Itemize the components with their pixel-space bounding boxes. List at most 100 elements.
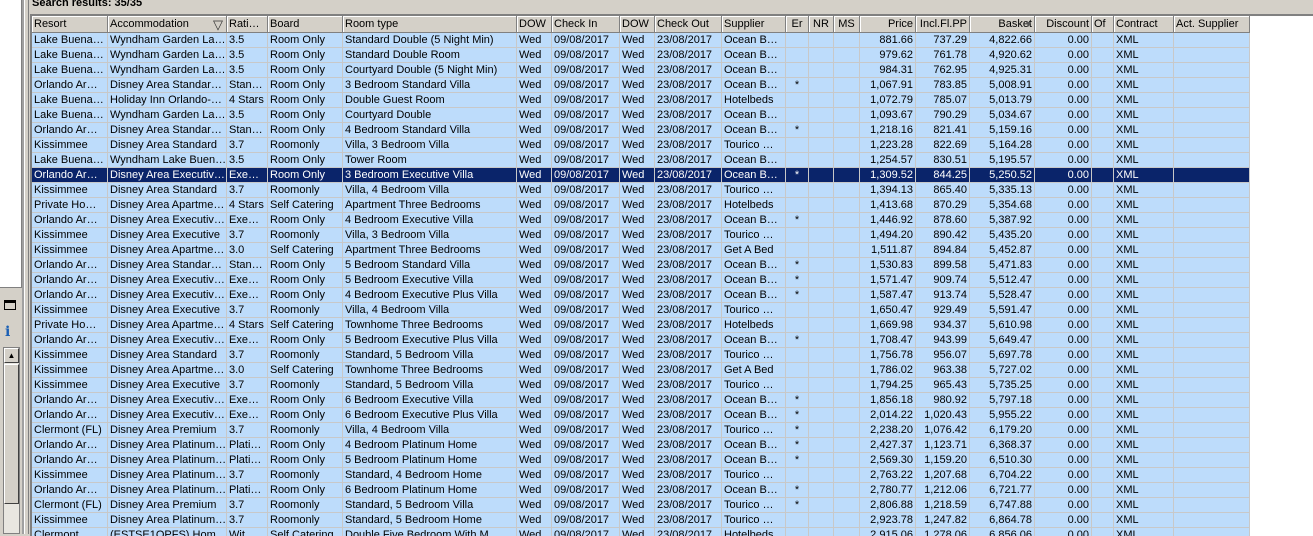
table-row[interactable]: Kissimmee Disney Area Standard 3.7 Roomonly… bbox=[32, 183, 1250, 198]
cell-value: 0.00 bbox=[1067, 394, 1089, 406]
table-row[interactable]: Orlando Ar… Disney Area Platinum… Plati… Ro… bbox=[32, 483, 1250, 498]
cell-incl-fl-pp: 785.07 bbox=[916, 93, 970, 108]
column-header-act-supplier[interactable]: Act. Supplier bbox=[1174, 16, 1250, 33]
column-header-er[interactable]: Er bbox=[786, 16, 809, 33]
column-header-of[interactable]: Of bbox=[1092, 16, 1114, 33]
table-row[interactable]: Orlando Ar… Disney Area Executiv… Exe… Room… bbox=[32, 408, 1250, 423]
table-row[interactable]: Kissimmee Disney Area Standard 3.7 Roomonly… bbox=[32, 348, 1250, 363]
table-row[interactable]: Lake Buena… Wyndham Lake Buen… 3.5 Room Onl… bbox=[32, 153, 1250, 168]
cell-dow-out: Wed bbox=[620, 153, 655, 168]
cell-dow-out: Wed bbox=[620, 348, 655, 363]
cell-value: 881.66 bbox=[879, 34, 913, 46]
cell-value: Holiday Inn Orlando-… bbox=[110, 94, 222, 106]
table-row[interactable]: Kissimmee Disney Area Apartme… 3.0 Self Cat… bbox=[32, 243, 1250, 258]
cell-of bbox=[1092, 318, 1114, 333]
column-header-check-in[interactable]: Check In bbox=[552, 16, 620, 33]
table-row[interactable]: Kissimmee Disney Area Standard 3.7 Roomonly… bbox=[32, 138, 1250, 153]
table-row[interactable]: Kissimmee Disney Area Executive 3.7 Roomonl… bbox=[32, 228, 1250, 243]
cell-resort: Orlando Ar… bbox=[32, 258, 108, 273]
column-header-ms[interactable]: MS bbox=[834, 16, 860, 33]
table-row[interactable]: Private Ho… Disney Area Apartme… 4 Stars Se… bbox=[32, 198, 1250, 213]
table-row[interactable]: Lake Buena… Wyndham Garden La… 3.5 Room Onl… bbox=[32, 33, 1250, 48]
column-header-room-type[interactable]: Room type bbox=[343, 16, 517, 33]
column-header-nr[interactable]: NR bbox=[809, 16, 834, 33]
cell-dow-out: Wed bbox=[620, 288, 655, 303]
table-row[interactable]: Kissimmee Disney Area Platinum… 3.7 Roomonl… bbox=[32, 513, 1250, 528]
cell-room-type: Townhome Three Bedrooms bbox=[343, 318, 517, 333]
column-header-dow-in[interactable]: DOW bbox=[517, 16, 552, 33]
table-row[interactable]: Orlando Ar… Disney Area Platinum… Plati… Ro… bbox=[32, 438, 1250, 453]
column-header-discount[interactable]: Discount bbox=[1035, 16, 1092, 33]
table-row[interactable]: Lake Buena… Wyndham Garden La… 3.5 Room Onl… bbox=[32, 108, 1250, 123]
cell-value: Ocean B… bbox=[724, 409, 778, 421]
column-header-basket[interactable]: Basket ▾ bbox=[970, 16, 1035, 33]
table-row[interactable]: Orlando Ar… Disney Area Executiv… Exe… Room… bbox=[32, 333, 1250, 348]
table-row[interactable]: Clermont (FL) Disney Area Premium 3.7 Roomo… bbox=[32, 498, 1250, 513]
cell-value: Disney Area Executiv… bbox=[110, 334, 225, 346]
table-row[interactable]: Lake Buena… Wyndham Garden La… 3.5 Room Onl… bbox=[32, 63, 1250, 78]
cell-value: Roomonly bbox=[270, 469, 320, 481]
scroll-up-arrow-icon[interactable]: ▲ bbox=[4, 348, 19, 363]
cell-resort: Clermont (FL) bbox=[32, 498, 108, 513]
splitter[interactable] bbox=[22, 0, 25, 534]
cell-value: Wed bbox=[519, 514, 542, 526]
cell-check-out: 23/08/2017 bbox=[655, 393, 722, 408]
column-header-check-out[interactable]: Check Out bbox=[655, 16, 722, 33]
cell-resort: Orlando Ar… bbox=[32, 393, 108, 408]
cell-board: Room Only bbox=[268, 33, 343, 48]
column-header-accommodation[interactable]: Accommodation ▽ bbox=[108, 16, 227, 33]
table-row[interactable]: Orlando Ar… Disney Area Executiv… Exe… Room… bbox=[32, 288, 1250, 303]
column-header-dow-out[interactable]: DOW bbox=[620, 16, 655, 33]
cell-rating: 3.7 bbox=[227, 468, 268, 483]
cell-room-type: 4 Bedroom Executive Villa bbox=[343, 213, 517, 228]
cell-value: Wed bbox=[519, 409, 542, 421]
header-row[interactable]: Resort Accommodation ▽ Rati… Board Room type D… bbox=[32, 16, 1250, 33]
column-header-resort[interactable]: Resort bbox=[32, 16, 108, 33]
cell-value: 6,368.37 bbox=[989, 439, 1032, 451]
table-row[interactable]: Orlando Ar… Disney Area Executiv… Exe… Room… bbox=[32, 393, 1250, 408]
cell-nr bbox=[809, 198, 834, 213]
cell-value: Wed bbox=[622, 274, 645, 286]
info-icon[interactable]: i bbox=[5, 324, 10, 340]
table-row[interactable]: Lake Buena… Holiday Inn Orlando-… 4 Stars R… bbox=[32, 93, 1250, 108]
column-header-contract[interactable]: Contract bbox=[1114, 16, 1174, 33]
cell-value: 870.29 bbox=[933, 199, 967, 211]
table-row[interactable]: Clermont… (ESTSE1OPFS) Hom… Wit… Self Cater… bbox=[32, 528, 1250, 536]
cell-contract: XML bbox=[1114, 288, 1174, 303]
cell-value: Disney Area Standar… bbox=[110, 124, 222, 136]
table-row[interactable]: Clermont (FL) Disney Area Premium 3.7 Roomo… bbox=[32, 423, 1250, 438]
sort-desc-icon[interactable]: ▾ bbox=[1026, 16, 1031, 32]
table-row[interactable]: Kissimmee Disney Area Platinum… 3.7 Roomonl… bbox=[32, 468, 1250, 483]
cell-supplier: Ocean B… bbox=[722, 453, 786, 468]
table-row[interactable]: Kissimmee Disney Area Executive 3.7 Roomonl… bbox=[32, 303, 1250, 318]
table-row[interactable]: Lake Buena… Wyndham Garden La… 3.5 Room Onl… bbox=[32, 48, 1250, 63]
table-row[interactable]: Kissimmee Disney Area Apartme… 3.0 Self Cat… bbox=[32, 363, 1250, 378]
table-row[interactable]: Orlando Ar… Disney Area Executiv… Exe… Room… bbox=[32, 213, 1250, 228]
window-icon[interactable] bbox=[4, 300, 16, 310]
table-row[interactable]: Private Ho… Disney Area Apartme… 4 Stars Se… bbox=[32, 318, 1250, 333]
column-header-supplier[interactable]: Supplier bbox=[722, 16, 786, 33]
cell-contract: XML bbox=[1114, 108, 1174, 123]
results-grid[interactable]: Resort Accommodation ▽ Rati… Board Room type D… bbox=[30, 14, 1313, 536]
cell-price: 1,218.16 bbox=[860, 123, 916, 138]
table-row[interactable]: Orlando Ar… Disney Area Standar… Stan… Room… bbox=[32, 123, 1250, 138]
table-row[interactable]: Orlando Ar… Disney Area Executiv… Exe… Room… bbox=[32, 273, 1250, 288]
cell-value: 1,530.83 bbox=[870, 259, 913, 271]
cell-value: 1,218.16 bbox=[870, 124, 913, 136]
cell-board: Self Catering bbox=[268, 243, 343, 258]
table-row[interactable]: Orlando Ar… Disney Area Standar… Stan… Room… bbox=[32, 258, 1250, 273]
scrollbar-thumb[interactable] bbox=[4, 364, 19, 504]
column-header-incl-fl-pp[interactable]: Incl.Fl.PP bbox=[916, 16, 970, 33]
column-header-rating[interactable]: Rati… bbox=[227, 16, 268, 33]
table-row[interactable]: Orlando Ar… Disney Area Standar… Stan… Room… bbox=[32, 78, 1250, 93]
filter-icon[interactable]: ▽ bbox=[213, 16, 223, 32]
table-row[interactable]: Orlando Ar… Disney Area Platinum… Plati… Ro… bbox=[32, 453, 1250, 468]
table-row[interactable]: Orlando Ar… Disney Area Executiv… Exe… Room… bbox=[32, 168, 1250, 183]
cell-er bbox=[786, 153, 809, 168]
column-header-price[interactable]: Price bbox=[860, 16, 916, 33]
cell-value: Wyndham Lake Buen… bbox=[110, 154, 227, 166]
cell-value: 3.5 bbox=[229, 154, 245, 166]
table-row[interactable]: Kissimmee Disney Area Executive 3.7 Roomonl… bbox=[32, 378, 1250, 393]
column-header-board[interactable]: Board bbox=[268, 16, 343, 33]
vertical-scrollbar[interactable]: ▲ bbox=[3, 347, 20, 534]
